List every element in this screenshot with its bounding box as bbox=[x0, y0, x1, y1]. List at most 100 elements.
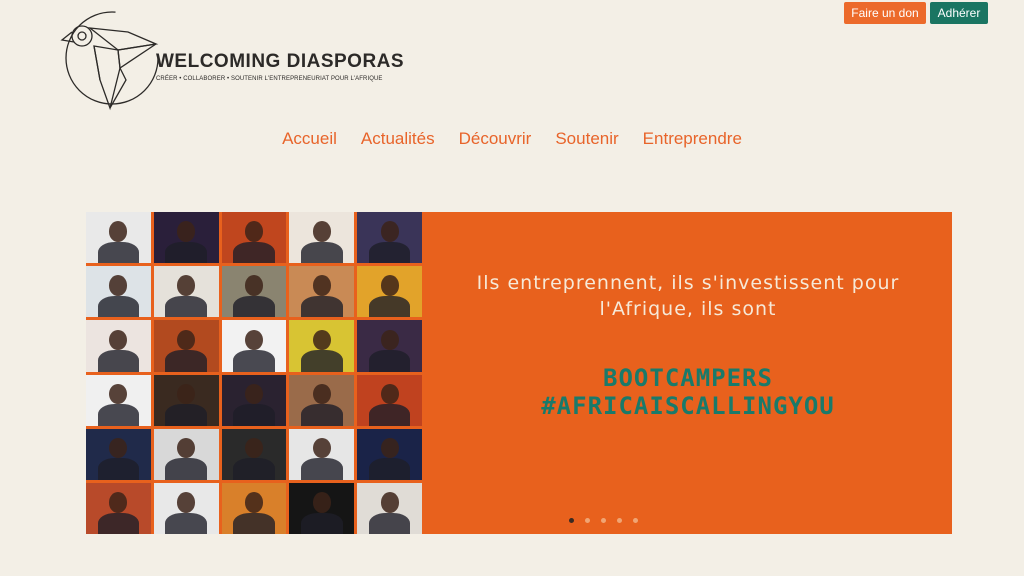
portrait-head bbox=[312, 275, 331, 296]
portrait-photo bbox=[153, 266, 219, 318]
portrait-head bbox=[244, 492, 264, 513]
portrait-photo bbox=[221, 266, 287, 318]
hero-text-panel: Ils entreprennent, ils s'investissent po… bbox=[424, 212, 952, 534]
portrait-photo bbox=[86, 212, 151, 264]
portrait-body bbox=[233, 295, 275, 318]
portrait-photo bbox=[357, 212, 422, 264]
portrait-photo bbox=[153, 428, 219, 480]
nav-item-soutenir[interactable]: Soutenir bbox=[555, 129, 618, 149]
portrait-body bbox=[368, 458, 411, 480]
portrait-head bbox=[177, 221, 196, 242]
portrait-head bbox=[244, 221, 264, 242]
portrait-head bbox=[312, 221, 331, 242]
portrait-photo bbox=[357, 320, 422, 372]
portrait-head bbox=[109, 221, 128, 242]
portrait-body bbox=[233, 241, 275, 264]
portrait-photo bbox=[289, 374, 355, 426]
portrait-body bbox=[301, 350, 343, 372]
portrait-body bbox=[97, 458, 140, 480]
portrait-body bbox=[165, 295, 207, 318]
portrait-head bbox=[177, 437, 196, 459]
portrait-head bbox=[177, 492, 196, 513]
portrait-photo bbox=[153, 212, 219, 264]
portrait-head bbox=[380, 329, 399, 350]
portrait-photo bbox=[289, 428, 355, 480]
slider-dot[interactable] bbox=[585, 518, 590, 523]
portrait-body bbox=[233, 458, 275, 480]
portrait-photo bbox=[221, 374, 287, 426]
portrait-body bbox=[97, 404, 140, 426]
portrait-head bbox=[380, 383, 399, 405]
portrait-photo bbox=[357, 374, 422, 426]
portrait-body bbox=[97, 350, 140, 372]
hero-intro-text: Ils entreprennent, ils s'investissent po… bbox=[476, 272, 900, 320]
portrait-photo bbox=[357, 482, 422, 534]
portrait-body bbox=[165, 512, 207, 534]
portrait-body bbox=[368, 404, 411, 426]
portrait-photo bbox=[289, 212, 355, 264]
portrait-head bbox=[177, 275, 196, 296]
portrait-photo bbox=[289, 320, 355, 372]
main-nav: Accueil Actualités Découvrir Soutenir En… bbox=[0, 129, 1024, 149]
portrait-head bbox=[109, 437, 128, 459]
join-button[interactable]: Adhérer bbox=[930, 2, 988, 24]
hero-headline: BOOTCAMPERS #AFRICAISCALLINGYOU bbox=[464, 364, 912, 420]
portrait-photo bbox=[86, 320, 151, 372]
portrait-body bbox=[368, 350, 411, 372]
page: Faire un don Adhérer WELCOMING DIASPORAS… bbox=[0, 0, 1024, 576]
portrait-head bbox=[109, 275, 128, 296]
portrait-photo bbox=[221, 320, 287, 372]
portrait-head bbox=[380, 492, 399, 513]
slider-dot[interactable] bbox=[601, 518, 606, 523]
portrait-head bbox=[380, 221, 399, 242]
portrait-body bbox=[301, 458, 343, 480]
hero-slider[interactable]: Ils entreprennent, ils s'investissent po… bbox=[86, 212, 952, 534]
portrait-head bbox=[177, 329, 196, 350]
portrait-photo bbox=[86, 428, 151, 480]
portrait-body bbox=[165, 350, 207, 372]
nav-item-actualites[interactable]: Actualités bbox=[361, 129, 435, 149]
portrait-photo bbox=[221, 212, 287, 264]
portrait-head bbox=[109, 492, 128, 513]
nav-item-decouvrir[interactable]: Découvrir bbox=[459, 129, 532, 149]
nav-item-entreprendre[interactable]: Entreprendre bbox=[643, 129, 742, 149]
nav-item-accueil[interactable]: Accueil bbox=[282, 129, 337, 149]
portrait-photo bbox=[221, 482, 287, 534]
donate-button[interactable]: Faire un don bbox=[844, 2, 926, 24]
portrait-head bbox=[312, 437, 331, 459]
portrait-head bbox=[312, 492, 331, 513]
logo-name: WELCOMING DIASPORAS bbox=[156, 51, 405, 72]
portrait-body bbox=[368, 241, 411, 264]
portrait-head bbox=[109, 383, 128, 405]
bootcampers-photo-grid bbox=[86, 212, 424, 534]
portrait-head bbox=[244, 383, 264, 405]
portrait-head bbox=[244, 437, 264, 459]
slider-dot[interactable] bbox=[633, 518, 638, 523]
portrait-photo bbox=[289, 482, 355, 534]
portrait-body bbox=[233, 350, 275, 372]
portrait-body bbox=[368, 512, 411, 534]
slider-dot[interactable] bbox=[569, 518, 574, 523]
portrait-body bbox=[97, 512, 140, 534]
portrait-body bbox=[233, 404, 275, 426]
portrait-head bbox=[380, 437, 399, 459]
portrait-photo bbox=[357, 266, 422, 318]
portrait-photo bbox=[86, 266, 151, 318]
portrait-head bbox=[244, 275, 264, 296]
portrait-body bbox=[301, 404, 343, 426]
portrait-body bbox=[165, 458, 207, 480]
portrait-body bbox=[97, 295, 140, 318]
portrait-head bbox=[312, 329, 331, 350]
portrait-photo bbox=[153, 374, 219, 426]
bird-logo-icon bbox=[60, 11, 159, 111]
portrait-photo bbox=[86, 482, 151, 534]
slider-dots bbox=[569, 518, 649, 523]
slider-dot[interactable] bbox=[617, 518, 622, 523]
portrait-photo bbox=[86, 374, 151, 426]
portrait-photo bbox=[289, 266, 355, 318]
portrait-body bbox=[301, 241, 343, 264]
portrait-head bbox=[244, 329, 264, 350]
portrait-head bbox=[312, 383, 331, 405]
logo[interactable]: WELCOMING DIASPORAS CRÉER • COLLABORER •… bbox=[60, 10, 404, 114]
hero-headline-line1: BOOTCAMPERS bbox=[603, 364, 773, 392]
